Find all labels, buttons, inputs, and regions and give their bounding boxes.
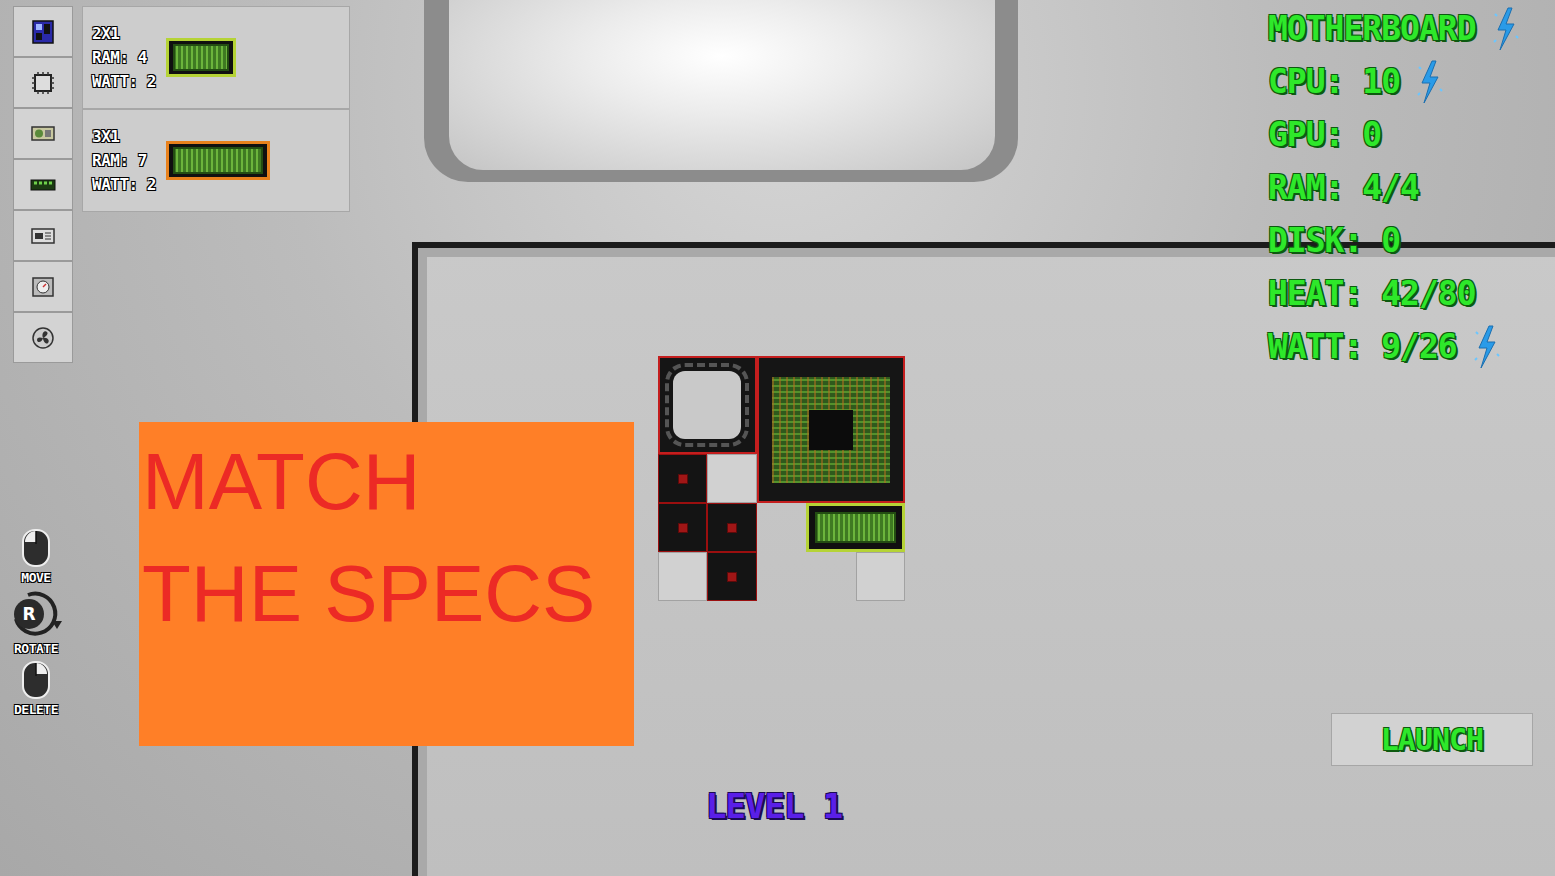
graphics-card-icon [30, 124, 56, 144]
cpu-chip-icon [31, 71, 55, 95]
ram-stick-icon [166, 141, 270, 180]
control-label: ROTATE [14, 641, 58, 656]
power-pin [678, 523, 688, 533]
lightning-icon [1414, 59, 1444, 105]
gpu-tool-button[interactable] [13, 108, 73, 159]
spec-value: WATT: 9/26 [1268, 327, 1457, 366]
mouse-left-mouse-icon [21, 528, 51, 568]
control-hint: MOVE [6, 528, 66, 585]
spec-row: GPU: 0 [1268, 108, 1520, 161]
board-power-cell[interactable] [658, 503, 707, 552]
control-hint: R ROTATE [6, 589, 66, 656]
socket-piece[interactable] [658, 356, 757, 454]
spec-row: WATT: 9/26 [1268, 320, 1520, 373]
spec-value: MOTHERBOARD [1268, 9, 1476, 48]
part-watt: WATT: 2 [92, 175, 156, 194]
spec-value: HEAT: 42/80 [1268, 274, 1476, 313]
part-ram: RAM: 7 [92, 151, 156, 170]
disk-tool-button[interactable] [13, 210, 73, 261]
spec-panel: MOTHERBOARD CPU: 10 GPU: 0 RAM: 4/4 DISK: 0 H… [1268, 2, 1520, 373]
launch-button[interactable]: LAUNCH [1331, 713, 1533, 766]
processor-core [809, 410, 853, 450]
part-card[interactable]: 3X1 RAM: 7 WATT: 2 [82, 109, 350, 212]
part-specs: 3X1 RAM: 7 WATT: 2 [92, 127, 156, 194]
game-scene: 2X1 RAM: 4 WATT: 2 3X1 RAM: 7 WATT: 2 MOTHERBO… [0, 0, 1555, 876]
tutorial-banner: MATCHTHE SPECS [139, 422, 634, 746]
board-power-cell[interactable] [707, 503, 756, 552]
part-ram: RAM: 4 [92, 48, 156, 67]
board-tool-button[interactable] [13, 6, 73, 57]
control-label: MOVE [21, 570, 50, 585]
fan-icon [31, 326, 55, 350]
processor-icon [772, 377, 890, 483]
part-list: 2X1 RAM: 4 WATT: 2 3X1 RAM: 7 WATT: 2 [82, 6, 350, 212]
board-none-cell [806, 552, 855, 601]
lightning-icon [1471, 324, 1501, 370]
lamp-light [449, 0, 995, 170]
board-power-cell[interactable] [707, 552, 756, 601]
control-hint: DELETE [6, 660, 66, 717]
part-size: 3X1 [92, 127, 156, 146]
part-specs: 2X1 RAM: 4 WATT: 2 [92, 24, 156, 91]
board-slot-cell[interactable] [856, 552, 905, 601]
spec-value: CPU: 10 [1268, 62, 1400, 101]
power-pin [678, 474, 688, 484]
cpu-piece[interactable] [757, 356, 905, 503]
part-card[interactable]: 2X1 RAM: 4 WATT: 2 [82, 6, 350, 109]
control-label: DELETE [14, 702, 58, 717]
fan-tool-button[interactable] [13, 312, 73, 363]
board-slot-cell[interactable] [707, 454, 756, 503]
rotate-icon: R [8, 589, 64, 639]
launch-label: LAUNCH [1381, 722, 1483, 757]
ram-stick-icon [166, 38, 236, 77]
level-label: LEVEL 1 [706, 786, 842, 826]
spec-value: DISK: 0 [1268, 221, 1400, 260]
category-toolbar [13, 6, 73, 363]
spec-value: RAM: 4/4 [1268, 168, 1419, 207]
ceiling-lamp [424, 0, 1018, 182]
socket-icon [673, 371, 741, 439]
board-slot-cell[interactable] [658, 552, 707, 601]
part-size: 2X1 [92, 24, 156, 43]
ram-piece[interactable] [806, 503, 905, 552]
ram-chips [173, 44, 229, 71]
spec-row: HEAT: 42/80 [1268, 267, 1520, 320]
power-pin [727, 523, 737, 533]
spec-row: CPU: 10 [1268, 55, 1520, 108]
rotate-key: R [14, 599, 44, 629]
board-power-cell[interactable] [658, 454, 707, 503]
control-hints: MOVE R ROTATE DELETE [6, 528, 66, 717]
mouse-right-mouse-icon [21, 660, 51, 700]
ram-chips [815, 512, 896, 543]
power-supply-icon [31, 275, 55, 299]
board-none-cell [757, 552, 806, 601]
banner-text: THE SPECS [142, 538, 634, 650]
spec-row: DISK: 0 [1268, 214, 1520, 267]
ram-tool-button[interactable] [13, 159, 73, 210]
lightning-icon [1490, 6, 1520, 52]
disk-drive-icon [30, 227, 56, 245]
board-none-cell [757, 503, 806, 552]
chip-tool-button[interactable] [13, 57, 73, 108]
ram-stick-icon [30, 178, 56, 192]
motherboard-icon [31, 19, 55, 45]
spec-value: GPU: 0 [1268, 115, 1381, 154]
power-pin [727, 572, 737, 582]
motherboard-grid [658, 356, 905, 601]
part-watt: WATT: 2 [92, 72, 156, 91]
ram-chips [173, 147, 263, 174]
spec-row: MOTHERBOARD [1268, 2, 1520, 55]
banner-text: MATCH [142, 426, 634, 538]
spec-row: RAM: 4/4 [1268, 161, 1520, 214]
gauge-tool-button[interactable] [13, 261, 73, 312]
